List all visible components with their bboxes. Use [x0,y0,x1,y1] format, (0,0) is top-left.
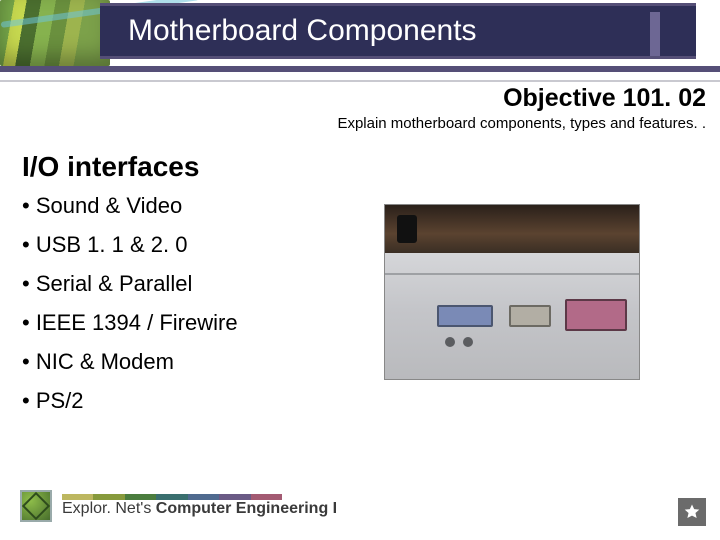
footer-text-block: Explor. Net's Computer Engineering I [62,494,337,518]
objective-block: Objective 101. 02 Explain motherboard co… [337,84,706,132]
list-item: • IEEE 1394 / Firewire [22,312,362,334]
slide: Motherboard Components Objective 101. 02… [0,0,720,540]
photo-seam [385,273,639,275]
header: Motherboard Components [0,0,720,68]
list-item: • USB 1. 1 & 2. 0 [22,234,362,256]
photo-small-port [463,337,473,347]
objective-description: Explain motherboard components, types an… [337,115,706,132]
star-icon [683,503,701,521]
continue-badge[interactable] [678,498,706,526]
footer-brand-text: Explor. Net's Computer Engineering I [62,500,337,518]
footer: Explor. Net's Computer Engineering I [20,490,337,522]
objective-label: Objective 101. 02 [337,84,706,113]
footer-brand-a: Explor. Net's [62,500,156,517]
photo-mid-port [509,305,551,327]
divider-line [0,80,720,82]
list-item: • PS/2 [22,390,362,412]
title-bar: Motherboard Components [100,3,696,59]
header-underline [0,66,720,72]
footer-brand-b: Computer Engineering I [156,500,337,517]
photo-small-port [445,337,455,347]
header-decorative-image [0,0,110,66]
photo-background [385,205,639,253]
photo-parallel-port [565,299,627,331]
list-item: • Serial & Parallel [22,273,362,295]
slide-title: Motherboard Components [128,14,477,48]
photo-vga-port [437,305,493,327]
section-heading: I/O interfaces [22,151,199,183]
title-accent-bar [650,12,660,56]
io-ports-photo [384,204,640,380]
list-item: • Sound & Video [22,195,362,217]
bullet-list: • Sound & Video • USB 1. 1 & 2. 0 • Seri… [22,195,362,429]
list-item: • NIC & Modem [22,351,362,373]
explornet-logo-icon [20,490,52,522]
